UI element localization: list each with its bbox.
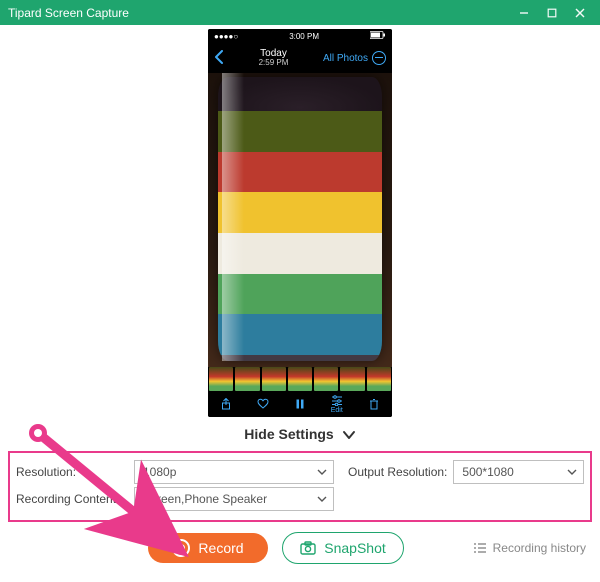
app-window: Tipard Screen Capture ●●●●○ 3:00 PM <box>0 0 600 582</box>
edit-button[interactable]: Edit <box>331 394 343 414</box>
record-label: Record <box>198 540 243 556</box>
recording-history-label: Recording history <box>493 541 586 555</box>
header-title: Today 2:59 PM <box>230 48 317 68</box>
preview-area: ●●●●○ 3:00 PM Today 2:59 PM All Photos <box>0 25 600 417</box>
share-button[interactable] <box>220 398 232 410</box>
header-time: 2:59 PM <box>230 59 317 68</box>
battery-icon <box>370 31 386 41</box>
chevron-down-icon <box>317 469 327 475</box>
chevron-down-icon <box>567 469 577 475</box>
output-resolution-select[interactable]: 500*1080 <box>453 460 584 484</box>
edit-label: Edit <box>331 407 343 414</box>
close-button[interactable] <box>566 0 594 25</box>
heart-icon <box>257 398 269 410</box>
action-bar: Record SnapShot Recording history <box>0 522 600 574</box>
snapshot-button[interactable]: SnapShot <box>282 532 404 564</box>
minimize-button[interactable] <box>510 0 538 25</box>
all-photos-label: All Photos <box>323 53 368 64</box>
resolution-select[interactable]: 1080p <box>134 460 334 484</box>
list-icon <box>473 542 487 554</box>
maximize-icon <box>547 8 557 18</box>
titlebar: Tipard Screen Capture <box>0 0 600 25</box>
record-button[interactable]: Record <box>148 533 268 563</box>
chevron-left-icon <box>214 50 224 64</box>
status-clock: 3:00 PM <box>238 32 370 41</box>
chevron-down-icon <box>342 430 356 440</box>
close-icon <box>575 8 585 18</box>
pause-icon <box>294 398 306 410</box>
details-icon <box>372 51 386 65</box>
settings-panel: Resolution: 1080p Output Resolution: 500… <box>8 451 592 522</box>
output-resolution-value: 500*1080 <box>462 465 513 479</box>
back-button[interactable] <box>214 50 224 67</box>
photos-toolbar: Edit <box>208 391 392 417</box>
maximize-button[interactable] <box>538 0 566 25</box>
signal-icon: ●●●●○ <box>214 32 238 41</box>
settings-row-2: Recording Content: Screen,Phone Speaker <box>16 487 584 511</box>
hide-settings-toggle[interactable]: Hide Settings <box>0 417 600 451</box>
recording-content-label: Recording Content: <box>16 492 128 506</box>
chevron-down-icon <box>317 496 327 502</box>
thumbnail-strip[interactable] <box>208 367 392 391</box>
snapshot-label: SnapShot <box>324 540 386 556</box>
hide-settings-label: Hide Settings <box>244 426 333 442</box>
record-icon <box>172 539 190 557</box>
pause-button[interactable] <box>294 398 306 410</box>
camera-icon <box>300 541 316 555</box>
favorite-button[interactable] <box>257 398 269 410</box>
recording-history-link[interactable]: Recording history <box>473 541 586 555</box>
photo-content <box>208 73 392 367</box>
delete-button[interactable] <box>368 398 380 410</box>
recording-content-select[interactable]: Screen,Phone Speaker <box>134 487 334 511</box>
trash-icon <box>368 398 380 410</box>
output-resolution-label: Output Resolution: <box>348 465 447 479</box>
all-photos-link[interactable]: All Photos <box>323 51 386 65</box>
share-icon <box>220 398 232 410</box>
app-title: Tipard Screen Capture <box>8 6 510 20</box>
photo-viewport[interactable] <box>208 73 392 367</box>
sliders-icon <box>331 394 343 406</box>
recording-content-value: Screen,Phone Speaker <box>143 492 267 506</box>
phone-mirror: ●●●●○ 3:00 PM Today 2:59 PM All Photos <box>208 29 392 417</box>
photos-header: Today 2:59 PM All Photos <box>208 43 392 73</box>
settings-row-1: Resolution: 1080p Output Resolution: 500… <box>16 460 584 484</box>
resolution-label: Resolution: <box>16 465 128 479</box>
resolution-value: 1080p <box>143 465 176 479</box>
minimize-icon <box>519 8 529 18</box>
phone-status-bar: ●●●●○ 3:00 PM <box>208 29 392 43</box>
